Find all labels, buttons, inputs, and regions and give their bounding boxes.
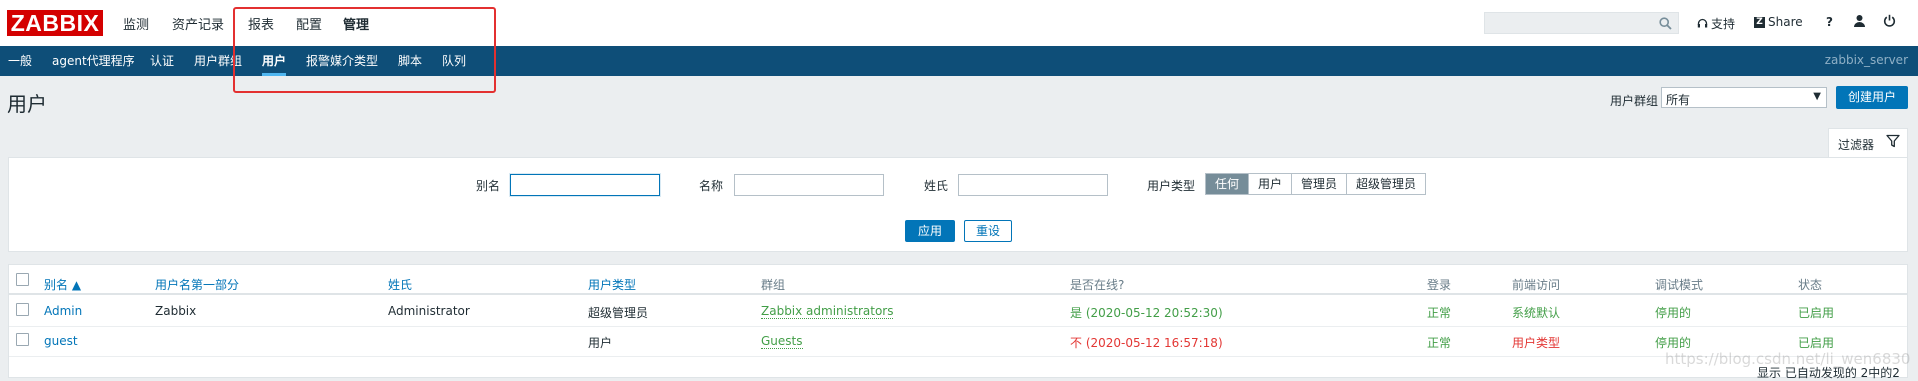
surname-label: 姓氏 [924, 179, 949, 193]
column-frontend-access: 前端访问 [1512, 278, 1561, 292]
frontend-access-cell: 用户类型 [1512, 336, 1561, 350]
search-input[interactable] [1484, 12, 1679, 34]
select-all-checkbox[interactable] [16, 273, 29, 286]
status-link-admin[interactable]: 已启用 [1798, 304, 1834, 321]
support-link[interactable]: 支持 [1697, 15, 1735, 32]
column-online: 是否在线? [1070, 278, 1125, 292]
share-z-icon: Z [1754, 16, 1765, 28]
help-label: ? [1826, 15, 1833, 29]
help-link[interactable]: ? [1826, 15, 1833, 29]
user-type-label: 用户类型 [1147, 179, 1196, 193]
login-status-link[interactable]: 正常 [1427, 304, 1451, 321]
search-icon[interactable] [1659, 17, 1672, 33]
user-icon [1854, 15, 1865, 27]
name-cell: Zabbix [155, 304, 197, 318]
column-groups: 群组 [761, 278, 786, 292]
user-group-select[interactable]: 所有 ▼ [1661, 87, 1827, 108]
zabbix-logo[interactable]: ZABBIX [7, 10, 103, 36]
users-table: 别名 ▲ 用户名第一部分 姓氏 用户类型 群组 是否在线? 登录 前端访问 调试… [8, 264, 1908, 378]
name-input[interactable] [734, 174, 884, 196]
column-login: 登录 [1427, 278, 1452, 292]
user-type-cell: 用户 [588, 336, 613, 350]
user-group-label: 用户群组 [1610, 94, 1659, 108]
page-title: 用户 [7, 92, 47, 116]
surname-cell: Administrator [388, 304, 470, 318]
group-link-guests[interactable]: Guests [761, 334, 803, 349]
alias-link-guest[interactable]: guest [44, 334, 78, 348]
debug-mode-cell: 停用的 [1655, 336, 1692, 350]
type-option-super-admin[interactable]: 超级管理员 [1347, 174, 1426, 194]
login-status-link[interactable]: 正常 [1427, 334, 1451, 351]
name-label: 名称 [699, 179, 724, 193]
alias-link-admin[interactable]: Admin [44, 304, 82, 318]
row-divider [9, 356, 1907, 357]
column-name[interactable]: 用户名第一部分 [155, 276, 239, 293]
debug-mode-cell: 停用的 [1655, 306, 1692, 320]
column-surname[interactable]: 姓氏 [388, 276, 412, 293]
column-user-type[interactable]: 用户类型 [588, 276, 636, 293]
headset-icon [1697, 18, 1708, 28]
type-option-user[interactable]: 用户 [1249, 174, 1293, 194]
status-link-guest[interactable]: 已启用 [1798, 334, 1834, 351]
subnav-proxies[interactable]: agent代理程序 [52, 52, 135, 69]
filter-tab-label: 过滤器 [1838, 138, 1875, 152]
subnav-general[interactable]: 一般 [8, 52, 32, 69]
online-status-cell: 不 (2020-05-12 16:57:18) [1070, 336, 1223, 350]
subnav-authentication[interactable]: 认证 [150, 52, 174, 69]
highlight-annotation-box [233, 7, 496, 93]
row-divider [9, 326, 1907, 327]
server-name: zabbix_server [1824, 53, 1908, 67]
menu-monitoring[interactable]: 监测 [123, 14, 149, 33]
table-footer-count: 显示 已自动发现的 2中的2 [1757, 366, 1900, 380]
row-checkbox-guest[interactable] [16, 333, 29, 346]
share-label: Share [1768, 15, 1803, 29]
online-status-cell: 是 (2020-05-12 20:52:30) [1070, 306, 1223, 320]
profile-button[interactable] [1853, 14, 1866, 27]
reset-button[interactable]: 重设 [964, 220, 1012, 242]
column-status: 状态 [1798, 278, 1823, 292]
create-user-button[interactable]: 创建用户 [1836, 86, 1908, 109]
filter-funnel-icon [1886, 134, 1900, 151]
share-link[interactable]: Z Share [1754, 15, 1803, 29]
group-link-admins[interactable]: Zabbix administrators [761, 304, 894, 319]
dropdown-arrow-icon: ▼ [1813, 91, 1821, 102]
alias-label: 别名 [476, 179, 501, 193]
type-option-any[interactable]: 任何 [1206, 174, 1250, 194]
power-icon [1883, 14, 1896, 27]
user-type-segmented: 任何 用户 管理员 超级管理员 [1205, 173, 1427, 195]
alias-input[interactable] [510, 174, 660, 196]
frontend-access-cell: 系统默认 [1512, 306, 1561, 320]
type-option-admin[interactable]: 管理员 [1292, 174, 1348, 194]
signout-button[interactable] [1883, 14, 1896, 27]
filter-panel: 别名 名称 姓氏 用户类型 任何 用户 管理员 超级管理员 应用 重设 [8, 157, 1908, 252]
filter-tab[interactable]: 过滤器 [1828, 128, 1908, 158]
user-type-cell: 超级管理员 [588, 306, 649, 320]
row-checkbox-admin[interactable] [16, 303, 29, 316]
user-group-value: 所有 [1666, 93, 1691, 107]
surname-input[interactable] [958, 174, 1108, 196]
support-label: 支持 [1711, 17, 1736, 31]
menu-inventory[interactable]: 资产记录 [172, 14, 224, 33]
column-debug-mode: 调试模式 [1655, 278, 1704, 292]
header-divider [9, 293, 1907, 295]
apply-button[interactable]: 应用 [905, 220, 955, 242]
column-alias[interactable]: 别名 ▲ [44, 276, 81, 293]
